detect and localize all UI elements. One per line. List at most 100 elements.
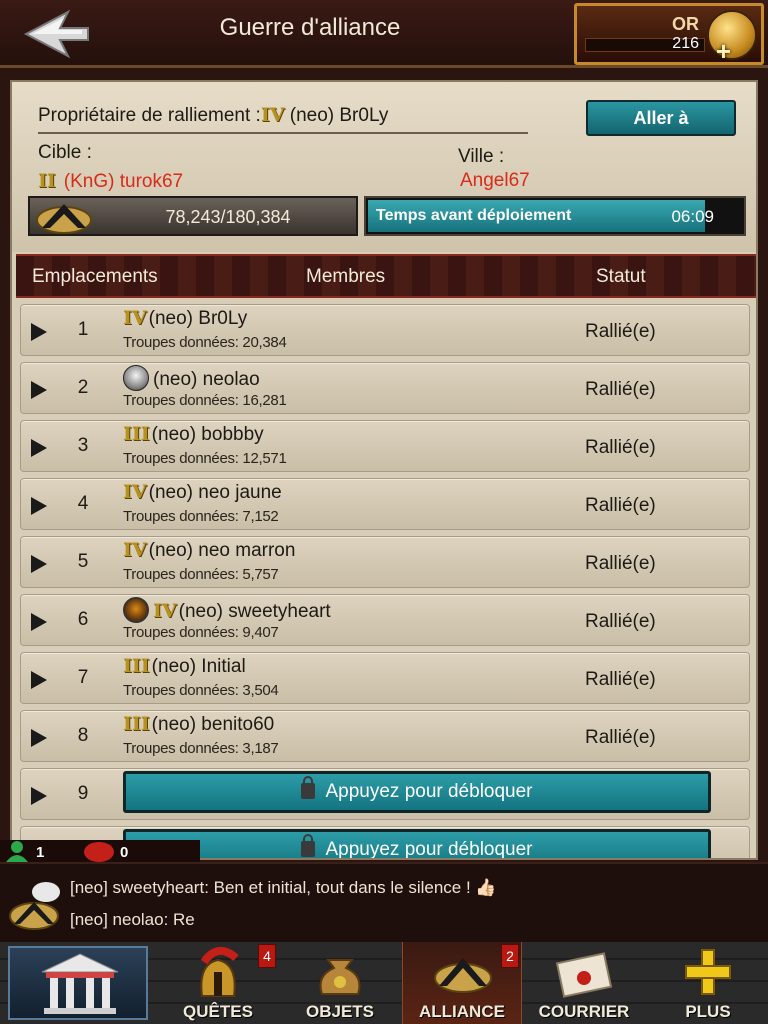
table-header: Emplacements Membres Statut — [16, 254, 756, 298]
divider — [38, 132, 528, 134]
quests-badge: 4 — [258, 944, 276, 968]
troops-given: Troupes données: 7,152 — [123, 508, 279, 525]
troops-given: Troupes données: 5,757 — [123, 566, 279, 583]
rally-info: Propriétaire de ralliement :IV (neo) Br0… — [12, 82, 756, 252]
home-button[interactable] — [8, 946, 148, 1020]
owner-rank-icon: IV — [260, 104, 285, 126]
member-row[interactable]: 3 III (neo) bobbby Troupes données: 12,571 R… — [20, 420, 750, 472]
nav-more-label: PLUS — [685, 1002, 731, 1021]
city-name[interactable]: Angel67 — [460, 170, 530, 192]
unlock-button[interactable]: Appuyez pour débloquer — [123, 829, 711, 860]
member-row[interactable]: 7 III (neo) Initial Troupes données: 3,504 R… — [20, 652, 750, 704]
slot-number: 6 — [77, 609, 89, 630]
helmet-coin-icon — [707, 10, 757, 60]
member-status: Rallié(e) — [585, 321, 656, 342]
go-to-button[interactable]: Aller à — [586, 100, 736, 136]
member-name-line: IV (neo) neo marron — [123, 539, 295, 562]
vip-badge-icon — [123, 597, 149, 623]
top-bar: Guerre d'alliance OR 216 + — [0, 0, 768, 68]
rank-icon: III — [123, 423, 150, 445]
expand-arrow-icon[interactable] — [31, 555, 47, 573]
troops-given: Troupes données: 9,407 — [123, 624, 279, 641]
rank-icon: IV — [123, 481, 147, 503]
gold-balance[interactable]: OR 216 + — [574, 3, 764, 67]
target-name: (KnG) turok67 — [63, 171, 184, 192]
member-row[interactable]: 8 III (neo) benito60 Troupes données: 3,187… — [20, 710, 750, 762]
troops-given: Troupes données: 20,384 — [123, 334, 287, 351]
chat-message: [neo] sweetyheart: Ben et initial, tout … — [70, 878, 497, 897]
plus-icon[interactable]: + — [716, 36, 731, 67]
target-label: Cible : — [38, 142, 92, 163]
sack-icon — [319, 959, 361, 995]
expand-arrow-icon[interactable] — [31, 497, 47, 515]
expand-arrow-icon[interactable] — [31, 323, 47, 341]
member-status: Rallié(e) — [585, 379, 656, 400]
nav-items[interactable]: OBJETS — [280, 942, 400, 1024]
unlock-label: Appuyez pour débloquer — [325, 839, 533, 860]
lock-icon — [301, 776, 316, 799]
nav-mail[interactable]: COURRIER — [524, 942, 644, 1024]
nav-quests[interactable]: 4 QUÊTES — [158, 942, 278, 1024]
nav-quests-label: QUÊTES — [183, 1002, 253, 1021]
member-row[interactable]: 2 (neo) neolao Troupes données: 16,281 Rall… — [20, 362, 750, 414]
chat-icon[interactable] — [8, 880, 64, 932]
troops-given: Troupes données: 3,504 — [123, 682, 279, 699]
alliance-helmet-icon — [36, 204, 92, 234]
nav-mail-label: COURRIER — [538, 1002, 630, 1021]
member-name: (neo) neo jaune — [148, 482, 282, 503]
member-row[interactable]: 5 IV (neo) neo marron Troupes données: 5,75… — [20, 536, 750, 588]
slot-number: 5 — [77, 551, 89, 572]
unlock-button[interactable]: Appuyez pour débloquer — [123, 771, 711, 813]
member-name: (neo) neo marron — [148, 540, 296, 561]
member-status: Rallié(e) — [585, 495, 656, 516]
expand-arrow-icon[interactable] — [31, 787, 47, 805]
col-status: Statut — [596, 266, 646, 287]
rally-owner: Propriétaire de ralliement :IV (neo) Br0… — [38, 104, 388, 127]
message-bubble-icon[interactable] — [84, 842, 114, 862]
expand-arrow-icon[interactable] — [31, 381, 47, 399]
target-player[interactable]: II (KnG) turok67 — [38, 170, 183, 193]
locked-row[interactable]: 9 Appuyez pour débloquer — [20, 768, 750, 820]
member-name: (neo) neolao — [153, 369, 260, 390]
rank-icon: IV — [153, 600, 177, 622]
timer-label: Temps avant déploiement — [376, 207, 572, 224]
expand-arrow-icon[interactable] — [31, 613, 47, 631]
alliance-helmet-icon — [434, 958, 492, 993]
nav-alliance[interactable]: 2 ALLIANCE — [402, 942, 522, 1024]
owner-name: (neo) Br0Ly — [289, 105, 389, 126]
col-members: Membres — [306, 266, 386, 287]
member-name-line: IV (neo) neo jaune — [123, 481, 282, 504]
slot-number: 8 — [77, 725, 89, 746]
online-user-icon[interactable] — [4, 840, 30, 862]
city-label: Ville : — [458, 146, 505, 167]
member-row[interactable]: 6 IV (neo) sweetyheart Troupes données: 9,4… — [20, 594, 750, 646]
helmet-badge-icon — [123, 365, 149, 391]
unlock-label: Appuyez pour débloquer — [325, 781, 533, 802]
member-row[interactable]: 1 IV (neo) Br0Ly Troupes données: 20,384 Ral… — [20, 304, 750, 356]
target-rank-icon: II — [38, 170, 56, 192]
member-status: Rallié(e) — [585, 553, 656, 574]
expand-arrow-icon[interactable] — [31, 729, 47, 747]
nav-more[interactable]: PLUS — [648, 942, 768, 1024]
expand-arrow-icon[interactable] — [31, 439, 47, 457]
col-slots: Emplacements — [32, 266, 158, 287]
slot-number: 9 — [77, 783, 89, 804]
timer-value: 06:09 — [671, 207, 714, 226]
rally-panel: Propriétaire de ralliement :IV (neo) Br0… — [10, 80, 758, 860]
troops-given: Troupes données: 16,281 — [123, 392, 287, 409]
troops-value: 78,243/180,384 — [165, 207, 291, 227]
nav-alliance-label: ALLIANCE — [419, 1002, 505, 1021]
member-row[interactable]: 4 IV (neo) neo jaune Troupes données: 7,152… — [20, 478, 750, 530]
member-status: Rallié(e) — [585, 669, 656, 690]
back-arrow-icon[interactable] — [22, 8, 92, 60]
member-name-line: III (neo) bobbby — [123, 423, 264, 446]
rank-icon: IV — [123, 307, 147, 329]
slot-number: 2 — [77, 377, 89, 398]
slot-number: 1 — [77, 319, 89, 340]
alliance-chat[interactable]: [neo] sweetyheart: Ben et initial, tout … — [0, 862, 768, 942]
expand-arrow-icon[interactable] — [31, 671, 47, 689]
member-status: Rallié(e) — [585, 727, 656, 748]
troops-given: Troupes données: 3,187 — [123, 740, 279, 757]
deploy-timer: Temps avant déploiement 06:09 — [364, 196, 746, 236]
slot-number: 4 — [77, 493, 89, 514]
